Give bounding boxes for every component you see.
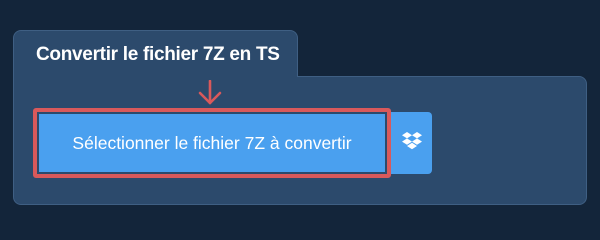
tab-panel-seam: [14, 74, 297, 80]
arrow-down-icon: [196, 79, 224, 106]
tab-title: Convertir le fichier 7Z en TS: [36, 44, 280, 65]
select-file-button[interactable]: Sélectionner le fichier 7Z à convertir: [39, 114, 385, 172]
dropbox-icon: [401, 131, 422, 155]
dropbox-button[interactable]: [391, 112, 432, 174]
